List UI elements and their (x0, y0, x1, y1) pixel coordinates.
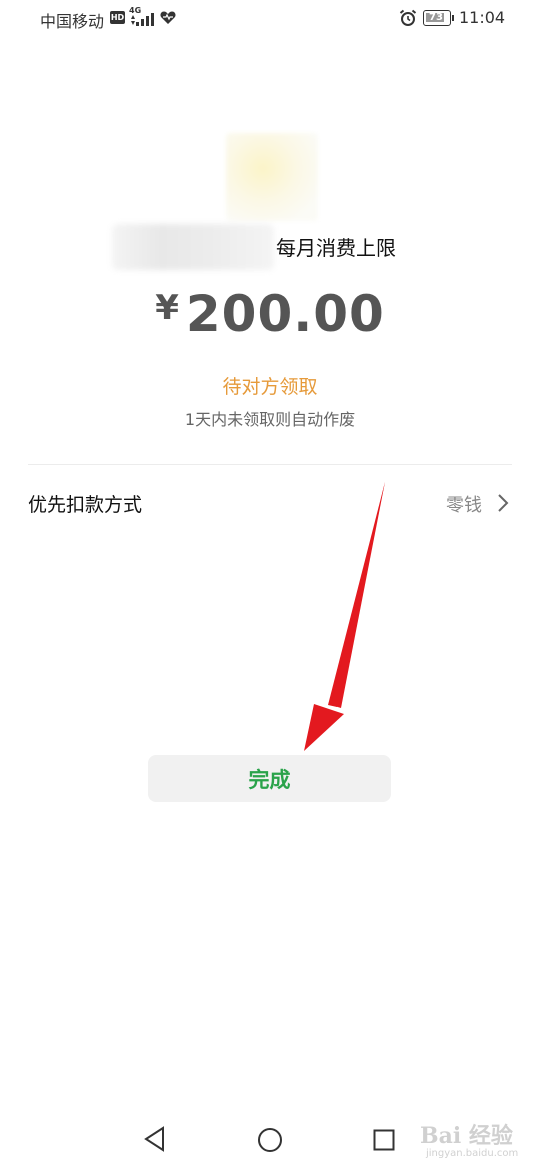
status-bar: 中国移动 HD 4G 73 11:04 (0, 0, 540, 38)
recipient-name-blurred (112, 224, 274, 270)
payment-method-row[interactable]: 优先扣款方式 零钱 (0, 478, 540, 528)
clock: 11:04 (459, 8, 506, 27)
recent-apps-icon[interactable] (373, 1129, 395, 1151)
monthly-limit-label: 每月消费上限 (276, 236, 396, 260)
limit-amount: ¥200.00 (0, 285, 540, 343)
divider (28, 464, 512, 465)
expiry-hint: 1天内未领取则自动作废 (184, 410, 356, 429)
back-icon[interactable] (143, 1126, 167, 1152)
battery-level: 73 (429, 12, 443, 23)
alarm-icon (399, 9, 417, 26)
amount-value: 200.00 (185, 285, 385, 343)
pending-status: 待对方领取 (222, 376, 318, 398)
done-button[interactable]: 完成 (148, 755, 391, 802)
hd-badge: HD (110, 11, 125, 24)
heart-icon (160, 11, 176, 24)
signal-icon (131, 13, 154, 26)
watermark: Bai 经验 jingyan.baidu.com (420, 1112, 535, 1164)
payment-method-value: 零钱 (446, 495, 482, 516)
carrier-name: 中国移动 (40, 12, 105, 31)
watermark-text: Bai 经验 (420, 1123, 513, 1149)
home-icon[interactable] (257, 1127, 283, 1153)
currency-symbol: ¥ (155, 288, 180, 328)
battery-icon: 73 (423, 10, 454, 26)
watermark-sub: jingyan.baidu.com (426, 1148, 519, 1159)
recipient-avatar (226, 133, 318, 221)
chevron-right-icon (498, 494, 509, 512)
payment-method-label: 优先扣款方式 (28, 494, 143, 516)
